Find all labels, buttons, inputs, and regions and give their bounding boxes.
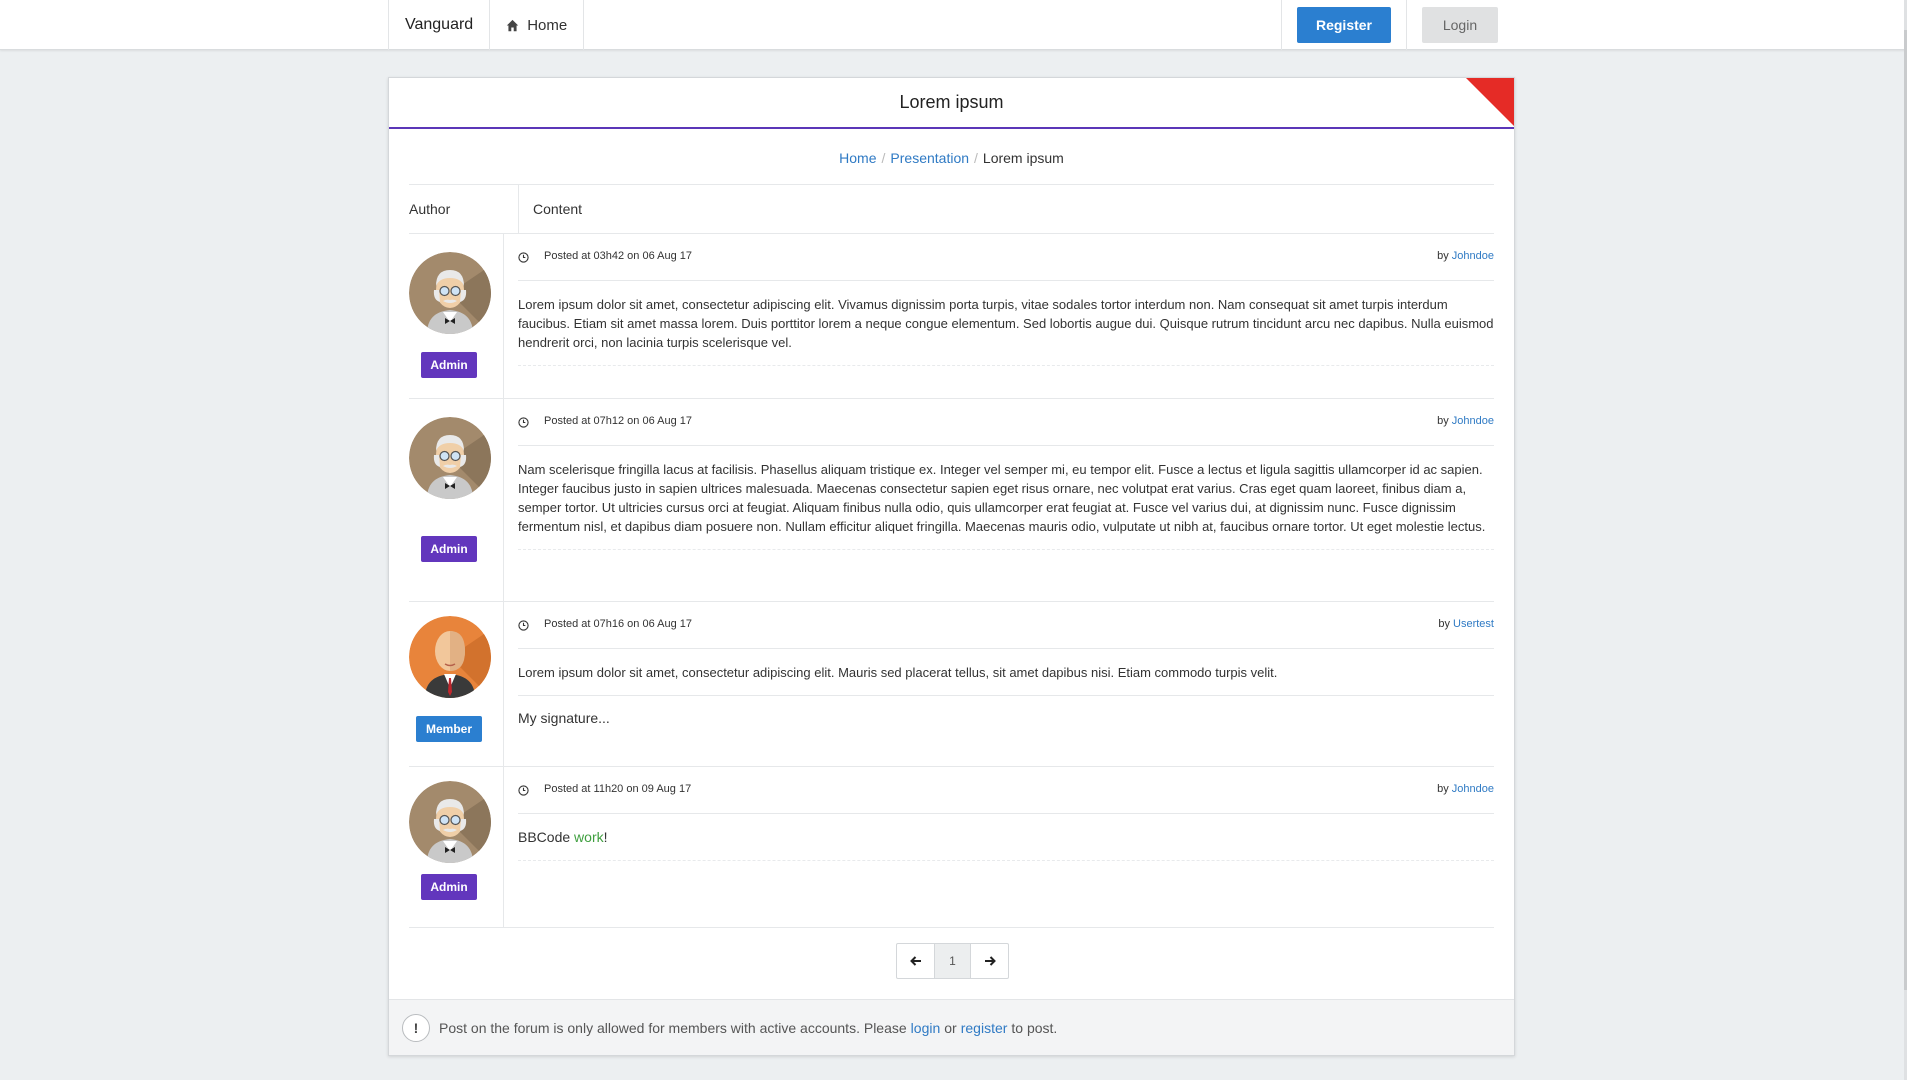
post-meta: Posted at 11h20 on 09 Aug 17 by Johndoe <box>518 767 1494 814</box>
post-meta: Posted at 07h12 on 06 Aug 17 by Johndoe <box>518 399 1494 446</box>
footer-text-before: Post on the forum is only allowed for me… <box>439 1019 907 1036</box>
post-timestamp: Posted at 03h42 on 06 Aug 17 <box>544 250 693 262</box>
post-row: Admin Posted at 07h12 on 06 Aug 17 by Jo… <box>409 399 1494 602</box>
register-cell: Register <box>1281 0 1406 50</box>
arrow-left-icon <box>909 956 921 966</box>
post-author: Admin <box>409 399 504 601</box>
author-link[interactable]: Usertest <box>1453 618 1494 630</box>
navbar-left: Vanguard Home <box>388 0 585 50</box>
old-man-avatar-icon <box>409 252 491 334</box>
footer-login-link[interactable]: login <box>911 1020 941 1036</box>
avatar[interactable] <box>409 417 491 499</box>
clock-icon <box>518 620 529 631</box>
post-meta: Posted at 03h42 on 06 Aug 17 by Johndoe <box>518 234 1494 281</box>
brand-label: Vanguard <box>405 16 474 33</box>
bbcode-text: BBCode <box>518 829 575 845</box>
author-link[interactable]: Johndoe <box>1452 783 1494 795</box>
breadcrumb-presentation[interactable]: Presentation <box>890 150 969 166</box>
by-label: by <box>1437 415 1449 427</box>
page-title: Lorem ipsum <box>899 92 1004 112</box>
pagination: 1 <box>896 943 1009 979</box>
post-content: Posted at 07h16 on 06 Aug 17 by Usertest… <box>518 602 1494 766</box>
post-body: Lorem ipsum dolor sit amet, consectetur … <box>518 649 1494 696</box>
panel-header: Lorem ipsum <box>389 78 1514 129</box>
post-author: Member <box>409 602 504 766</box>
table-header: Author Content <box>409 185 1494 234</box>
role-badge: Admin <box>421 536 477 562</box>
footer-register-link[interactable]: register <box>961 1020 1008 1036</box>
post-author: Admin <box>409 234 504 398</box>
home-nav-label: Home <box>527 16 568 34</box>
login-cell: Login <box>1406 0 1513 50</box>
bald-man-avatar-icon <box>409 616 491 698</box>
avatar[interactable] <box>409 252 491 334</box>
post-row: Admin Posted at 03h42 on 06 Aug 17 by Jo… <box>409 234 1494 399</box>
post-author: Admin <box>409 767 504 927</box>
by-label: by <box>1437 783 1449 795</box>
topic-panel: Lorem ipsum Home / Presentation / Lorem … <box>388 77 1515 1056</box>
page-number[interactable]: 1 <box>934 944 971 978</box>
breadcrumb-separator: / <box>974 149 978 166</box>
post-timestamp: Posted at 07h12 on 06 Aug 17 <box>544 415 693 427</box>
post-row: Admin Posted at 11h20 on 09 Aug 17 by Jo… <box>409 767 1494 928</box>
clock-icon <box>518 785 529 796</box>
breadcrumb: Home / Presentation / Lorem ipsum <box>409 131 1494 185</box>
panel-footer: ! Post on the forum is only allowed for … <box>389 999 1514 1055</box>
post-body: BBCode work! <box>518 814 1494 861</box>
author-link[interactable]: Johndoe <box>1452 250 1494 262</box>
footer-or: or <box>944 1019 957 1036</box>
corner-ribbon <box>1466 78 1514 126</box>
avatar[interactable] <box>409 781 491 863</box>
footer-text-after: to post. <box>1011 1019 1058 1036</box>
old-man-avatar-icon <box>409 781 491 863</box>
clock-icon <box>518 417 529 428</box>
brand-link[interactable]: Vanguard <box>388 0 489 50</box>
post-row: Member Posted at 07h16 on 06 Aug 17 by U… <box>409 602 1494 767</box>
home-nav-link[interactable]: Home <box>489 0 585 50</box>
by-label: by <box>1438 618 1450 630</box>
post-timestamp: Posted at 11h20 on 09 Aug 17 <box>544 783 692 795</box>
role-badge: Admin <box>421 874 477 900</box>
column-header-content: Content <box>518 185 582 234</box>
prev-page-button[interactable] <box>897 944 934 978</box>
post-body: Lorem ipsum dolor sit amet, consectetur … <box>518 281 1494 366</box>
by-label: by <box>1437 250 1449 262</box>
next-page-button[interactable] <box>971 944 1008 978</box>
post-byline: by Johndoe <box>1437 250 1494 262</box>
column-header-author: Author <box>409 201 451 217</box>
role-badge: Admin <box>421 352 477 378</box>
post-content: Posted at 07h12 on 06 Aug 17 by Johndoe … <box>518 399 1494 601</box>
register-button[interactable]: Register <box>1297 7 1391 43</box>
post-byline: by Johndoe <box>1437 783 1494 795</box>
top-navbar: Vanguard Home Register Login <box>0 0 1907 50</box>
navbar-right: Register Login <box>1281 0 1513 50</box>
role-badge: Member <box>416 716 482 742</box>
breadcrumb-home[interactable]: Home <box>839 150 876 166</box>
home-icon <box>506 19 527 32</box>
clock-icon <box>518 252 529 263</box>
author-link[interactable]: Johndoe <box>1452 415 1494 427</box>
bbcode-suffix: ! <box>603 829 608 845</box>
post-timestamp: Posted at 07h16 on 06 Aug 17 <box>544 618 693 630</box>
arrow-right-icon <box>984 956 996 966</box>
post-body: Nam scelerisque fringilla lacus at facil… <box>518 446 1494 550</box>
breadcrumb-current: Lorem ipsum <box>982 149 1064 166</box>
warning-icon: ! <box>402 1013 430 1042</box>
breadcrumb-separator: / <box>881 149 886 166</box>
post-content: Posted at 03h42 on 06 Aug 17 by Johndoe … <box>518 234 1494 398</box>
post-byline: by Usertest <box>1438 618 1494 630</box>
bbcode-green-text: work <box>574 829 604 845</box>
old-man-avatar-icon <box>409 417 491 499</box>
post-signature: My signature... <box>518 710 610 726</box>
login-button[interactable]: Login <box>1422 7 1498 43</box>
post-meta: Posted at 07h16 on 06 Aug 17 by Usertest <box>518 602 1494 649</box>
post-content: Posted at 11h20 on 09 Aug 17 by Johndoe … <box>518 767 1494 927</box>
avatar[interactable] <box>409 616 491 698</box>
post-byline: by Johndoe <box>1437 415 1494 427</box>
